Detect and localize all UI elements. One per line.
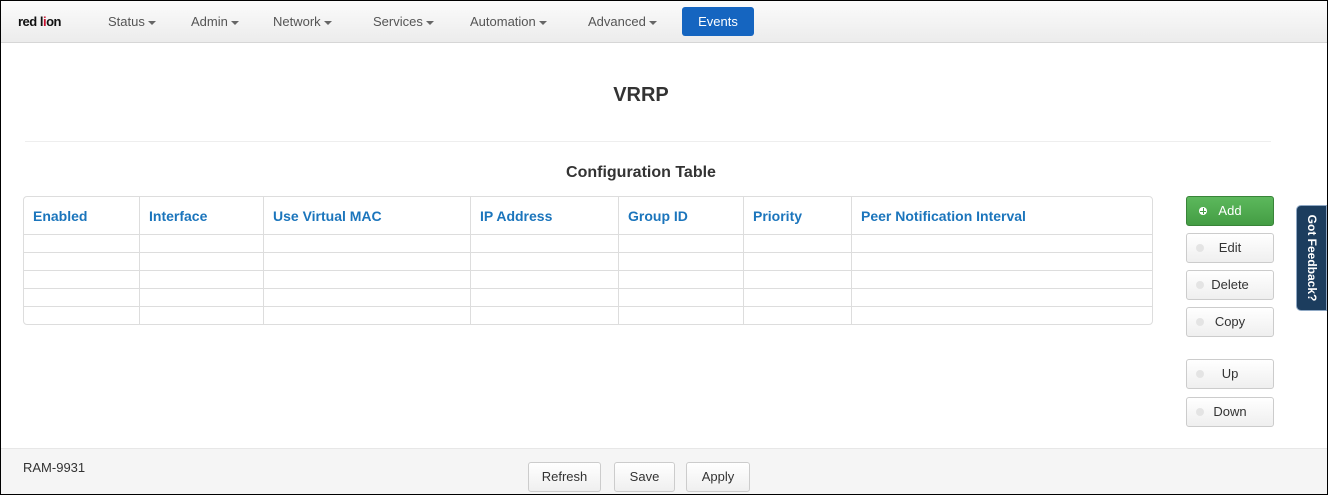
chevron-down-icon: [648, 20, 657, 25]
nav-advanced[interactable]: Advanced: [588, 14, 657, 29]
nav-status[interactable]: Status: [108, 14, 156, 29]
column-header-peer-notification-interval[interactable]: Peer Notification Interval: [852, 197, 1152, 235]
table-cell: [264, 235, 471, 253]
delete-button[interactable]: Delete: [1186, 270, 1274, 300]
configuration-table: Enabled Interface Use Virtual MAC IP Add…: [23, 196, 1153, 325]
table-cell: [140, 271, 264, 289]
table-header-row: Enabled Interface Use Virtual MAC IP Add…: [24, 197, 1152, 235]
redlion-logo[interactable]: red lion: [18, 14, 61, 29]
table-row[interactable]: [24, 307, 1152, 324]
feedback-tab[interactable]: Got Feedback?: [1296, 205, 1327, 311]
column-header-ip-address[interactable]: IP Address: [471, 197, 619, 235]
page-title: VRRP: [613, 84, 669, 106]
table-cell: [852, 271, 1152, 289]
chevron-down-icon: [230, 20, 239, 25]
table-cell: [471, 253, 619, 271]
table-cell: [471, 271, 619, 289]
app-window: red lion Status Admin Network Services A…: [0, 0, 1328, 495]
minus-circle-icon: [1196, 281, 1204, 289]
device-model: RAM-9931: [23, 460, 86, 475]
table-cell: [852, 289, 1152, 307]
table-cell: [619, 271, 744, 289]
table-cell: [744, 235, 852, 253]
table-cell: [471, 289, 619, 307]
table-cell: [264, 253, 471, 271]
move-down-button[interactable]: Down: [1186, 397, 1274, 427]
add-button[interactable]: Add: [1186, 196, 1274, 226]
table-cell: [744, 307, 852, 324]
column-header-group-id[interactable]: Group ID: [619, 197, 744, 235]
nav-automation[interactable]: Automation: [470, 14, 547, 29]
column-header-enabled[interactable]: Enabled: [24, 197, 140, 235]
nav-admin[interactable]: Admin: [191, 14, 239, 29]
divider: [25, 141, 1271, 142]
chevron-down-icon: [538, 20, 547, 25]
table-cell: [619, 235, 744, 253]
column-header-interface[interactable]: Interface: [140, 197, 264, 235]
copy-icon: [1196, 318, 1204, 326]
nav-network[interactable]: Network: [273, 14, 332, 29]
table-row[interactable]: [24, 289, 1152, 307]
top-navbar: red lion Status Admin Network Services A…: [1, 1, 1327, 43]
refresh-button[interactable]: Refresh: [528, 462, 601, 492]
table-cell: [744, 253, 852, 271]
table-row[interactable]: [24, 271, 1152, 289]
copy-button[interactable]: Copy: [1186, 307, 1274, 337]
table-cell: [24, 271, 140, 289]
table-row[interactable]: [24, 253, 1152, 271]
table-cell: [744, 271, 852, 289]
table-cell: [140, 307, 264, 324]
plus-circle-icon: [1199, 207, 1207, 215]
column-header-use-virtual-mac[interactable]: Use Virtual MAC: [264, 197, 471, 235]
pencil-icon: [1196, 244, 1204, 252]
table-cell: [140, 289, 264, 307]
column-header-priority[interactable]: Priority: [744, 197, 852, 235]
table-cell: [264, 307, 471, 324]
table-cell: [24, 289, 140, 307]
table-cell: [471, 307, 619, 324]
table-row[interactable]: [24, 235, 1152, 253]
table-title: Configuration Table: [566, 164, 716, 181]
table-cell: [852, 253, 1152, 271]
chevron-down-icon: [425, 20, 434, 25]
table-cell: [471, 235, 619, 253]
arrow-down-icon: [1196, 408, 1204, 416]
nav-events[interactable]: Events: [682, 7, 754, 36]
chevron-down-icon: [323, 20, 332, 25]
table-cell: [140, 253, 264, 271]
table-cell: [24, 235, 140, 253]
edit-button[interactable]: Edit: [1186, 233, 1274, 263]
table-cell: [619, 289, 744, 307]
apply-button[interactable]: Apply: [686, 462, 750, 492]
chevron-down-icon: [147, 20, 156, 25]
table-cell: [852, 235, 1152, 253]
table-cell: [264, 271, 471, 289]
nav-services[interactable]: Services: [373, 14, 434, 29]
footer-bar: RAM-9931 Refresh Save Apply: [1, 448, 1327, 494]
table-cell: [619, 253, 744, 271]
table-cell: [852, 307, 1152, 324]
arrow-up-icon: [1196, 370, 1204, 378]
save-button[interactable]: Save: [614, 462, 675, 492]
move-up-button[interactable]: Up: [1186, 359, 1274, 389]
table-cell: [140, 235, 264, 253]
table-cell: [619, 307, 744, 324]
table-cell: [24, 253, 140, 271]
table-cell: [24, 307, 140, 324]
table-cell: [264, 289, 471, 307]
table-cell: [744, 289, 852, 307]
